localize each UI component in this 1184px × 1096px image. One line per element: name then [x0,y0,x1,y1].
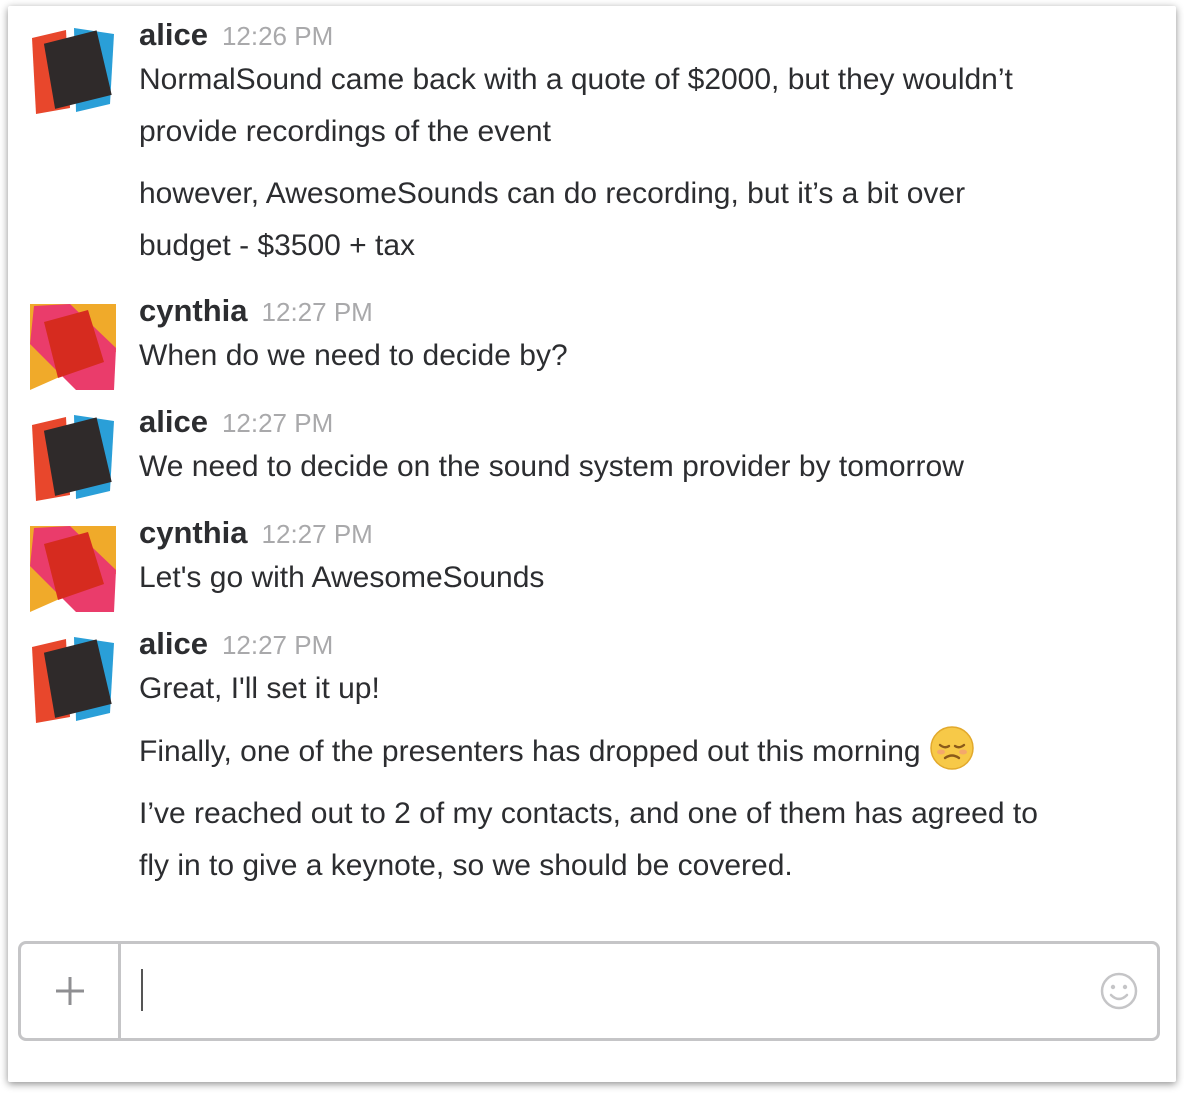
message-text: NormalSound came back with a quote of $2… [139,63,1013,96]
author-name[interactable]: alice [139,17,208,52]
message-header: cynthia 12:27 PM [139,514,1166,552]
author-name[interactable]: alice [139,626,208,661]
message-text: I’ve reached out to 2 of my contacts, an… [139,797,1038,830]
disappointed-face-emoji [929,726,974,770]
message-header: alice 12:26 PM [139,16,1166,54]
message-body: alice 12:27 PM We need to decide on the s… [139,403,1166,493]
cynthia-avatar[interactable] [30,304,116,390]
message-text: budget - $3500 + tax [139,229,416,262]
timestamp[interactable]: 12:26 PM [222,21,333,51]
message-body: cynthia 12:27 PM When do we need to decid… [139,292,1166,382]
message-text-with-emoji: Finally, one of the presenters has dropp… [139,725,1166,778]
smiley-icon[interactable] [1099,971,1139,1011]
timestamp[interactable]: 12:27 PM [262,297,373,327]
message-text: Let's go with AwesomeSounds [139,561,545,594]
message-text: When do we need to decide by? [139,339,568,372]
message-composer [18,941,1160,1041]
author-name[interactable]: cynthia [139,515,248,550]
message-body: cynthia 12:27 PM Let's go with AwesomeSou… [139,514,1166,604]
timestamp[interactable]: 12:27 PM [222,630,333,660]
author-name[interactable]: cynthia [139,293,248,328]
message-header: alice 12:27 PM [139,403,1166,441]
message-text: fly in to give a keynote, so we should b… [139,849,793,882]
plus-icon [55,977,84,1005]
message-header: alice 12:27 PM [139,625,1166,663]
message-text: provide recordings of the event [139,115,551,148]
message-text: however, AwesomeSounds can do recording,… [139,177,966,210]
author-name[interactable]: alice [139,404,208,439]
timestamp[interactable]: 12:27 PM [262,519,373,549]
add-attachment-button[interactable] [21,944,121,1038]
alice-avatar[interactable] [30,415,116,501]
message-text: Great, I'll set it up! [139,672,380,705]
alice-avatar[interactable] [30,28,116,114]
message-body: alice 12:26 PM NormalSound came back with… [139,16,1166,272]
message-input[interactable] [121,944,1087,1038]
timestamp[interactable]: 12:27 PM [222,408,333,438]
text-caret [141,969,143,1011]
chat-window: alice 12:26 PM NormalSound came back with… [8,6,1176,1082]
message-text: We need to decide on the sound system pr… [139,450,964,483]
message-header: cynthia 12:27 PM [139,292,1166,330]
message-list: alice 12:26 PM NormalSound came back with… [8,6,1176,931]
alice-avatar[interactable] [30,637,116,723]
message-text: Finally, one of the presenters has dropp… [139,735,921,768]
message-body: alice 12:27 PM Great, I'll set it up! Fin… [139,625,1166,892]
cynthia-avatar[interactable] [30,526,116,612]
